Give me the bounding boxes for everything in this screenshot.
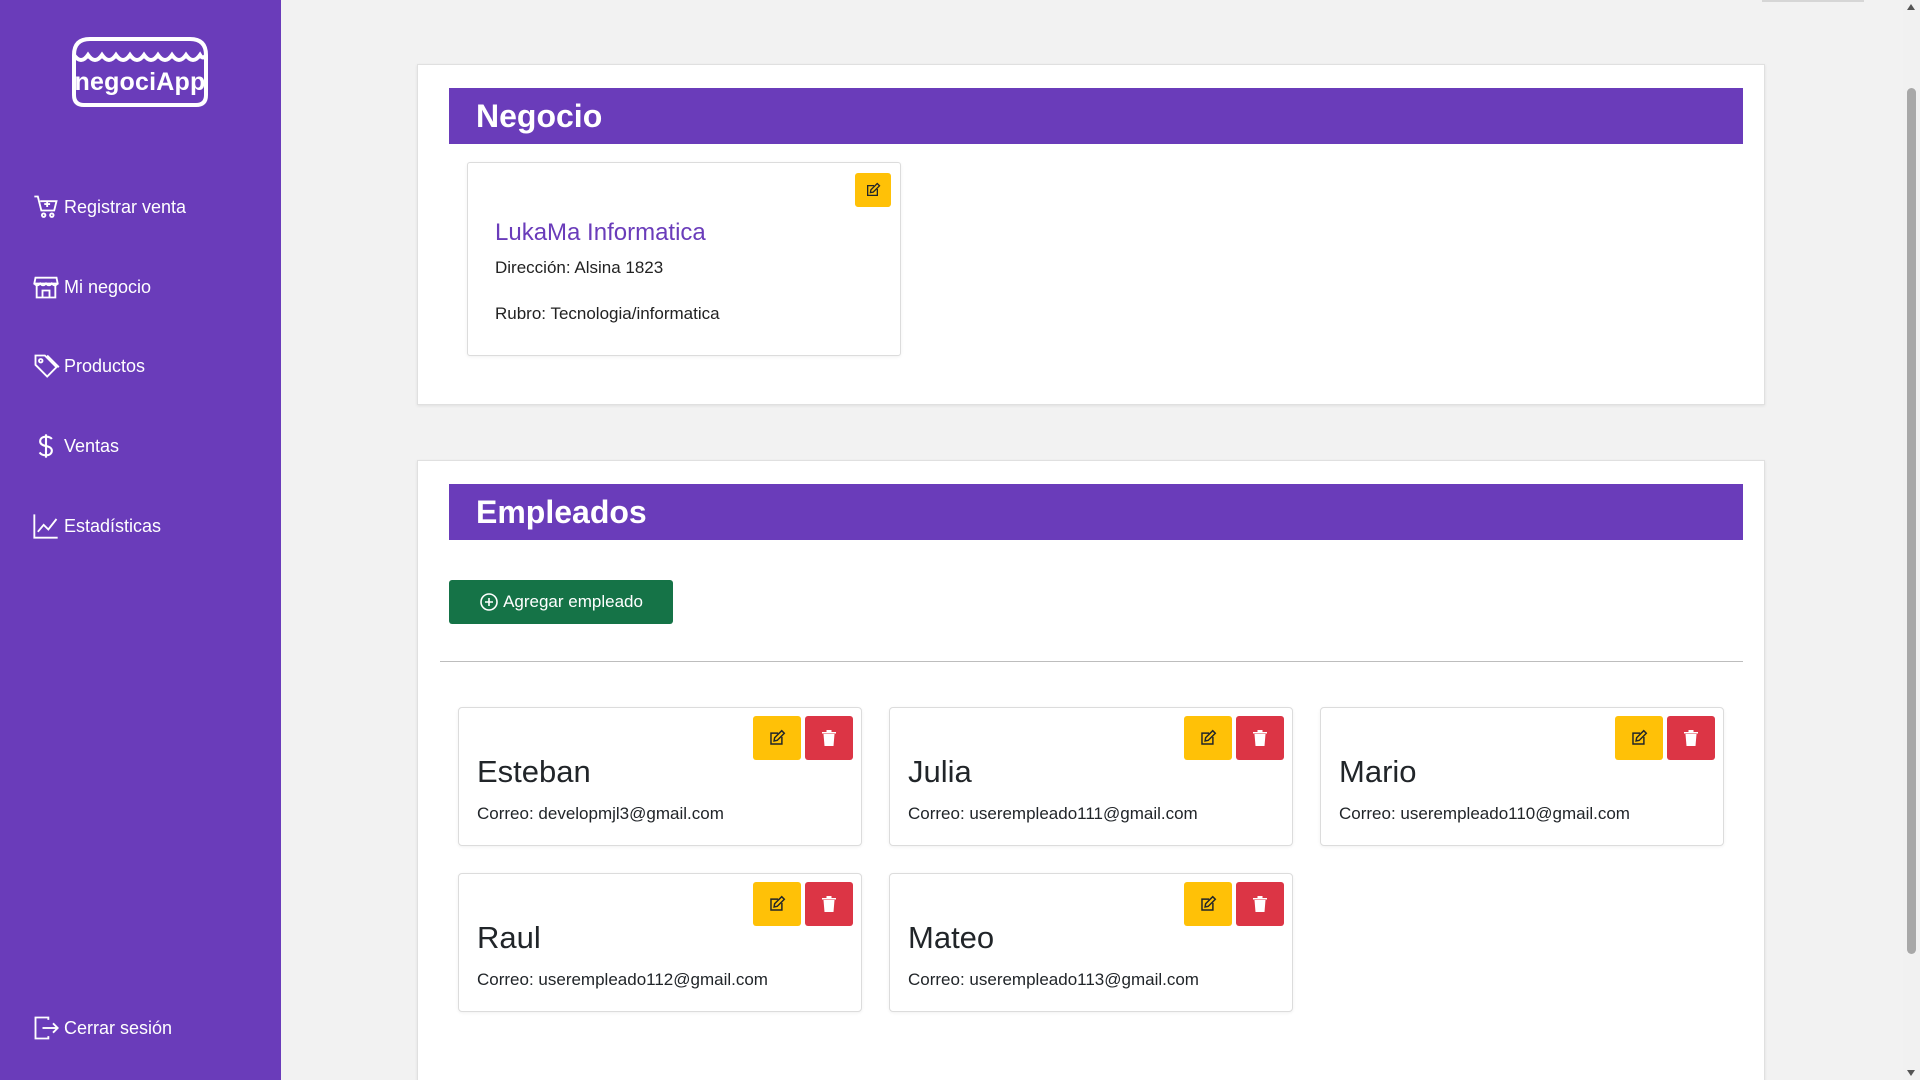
pencil-square-icon — [1632, 729, 1648, 745]
divider — [440, 661, 1743, 662]
cart-plus-icon — [32, 193, 60, 221]
employee-email: Correo: userempleado112@gmail.com — [477, 970, 768, 989]
employee-name: Raul — [477, 920, 541, 955]
delete-employee-button[interactable] — [1236, 882, 1284, 926]
sidebar-item-label: Mi negocio — [64, 276, 152, 297]
business-category: Rubro: Tecnologia/informatica — [495, 304, 720, 323]
sidebar-item-label: Estadísticas — [64, 515, 162, 536]
sidebar-item-label: Ventas — [64, 435, 120, 456]
sidebar-item-mi-negocio[interactable]: Mi negocio — [32, 273, 151, 301]
business-address: Dirección: Alsina 1823 — [495, 258, 664, 277]
business-card: LukaMa Informatica Dirección: Alsina 182… — [467, 162, 901, 356]
edit-employee-button[interactable] — [1184, 882, 1232, 926]
employee-card: Raul Correo: userempleado112@gmail.com — [458, 873, 862, 1012]
pencil-square-icon — [770, 729, 786, 745]
employee-card: Esteban Correo: developmjl3@gmail.com — [458, 707, 862, 846]
edit-employee-button[interactable] — [1615, 716, 1663, 760]
employee-email: Correo: userempleado113@gmail.com — [908, 970, 1199, 989]
trash-icon — [1253, 730, 1267, 746]
empleados-header: Empleados — [449, 484, 1743, 540]
employee-email: Correo: userempleado111@gmail.com — [908, 804, 1198, 823]
delete-employee-button[interactable] — [1667, 716, 1715, 760]
scrollbar[interactable] — [1903, 0, 1920, 1080]
sidebar: negociApp Registrar venta Mi negocio Pro… — [0, 0, 281, 1080]
sidebar-item-ventas[interactable]: Ventas — [32, 432, 119, 460]
delete-employee-button[interactable] — [1236, 716, 1284, 760]
employee-name: Esteban — [477, 754, 591, 789]
employee-email: Correo: userempleado110@gmail.com — [1339, 804, 1630, 823]
app-logo[interactable]: negociApp — [68, 35, 212, 109]
top-strip — [1762, 0, 1864, 2]
tags-icon — [32, 352, 60, 380]
sidebar-item-estadisticas[interactable]: Estadísticas — [32, 512, 161, 540]
empleados-title: Empleados — [476, 493, 647, 530]
add-employee-label: Agregar empleado — [503, 592, 643, 611]
edit-employee-button[interactable] — [1184, 716, 1232, 760]
logout-button[interactable]: Cerrar sesión — [32, 1014, 172, 1042]
scroll-thumb[interactable] — [1907, 88, 1916, 954]
employee-name: Julia — [908, 754, 972, 789]
pencil-square-icon — [770, 895, 786, 911]
employee-card: Mateo Correo: userempleado113@gmail.com — [889, 873, 1293, 1012]
delete-employee-button[interactable] — [805, 882, 853, 926]
scroll-up-arrow-icon[interactable] — [1907, 4, 1915, 10]
dollar-icon — [32, 432, 60, 460]
edit-employee-button[interactable] — [753, 882, 801, 926]
logout-label: Cerrar sesión — [64, 1017, 173, 1038]
add-employee-button[interactable]: Agregar empleado — [449, 580, 673, 624]
trash-icon — [1684, 730, 1698, 746]
employee-name: Mario — [1339, 754, 1417, 789]
sidebar-item-label: Registrar venta — [64, 196, 187, 217]
plus-circle-icon — [480, 593, 498, 611]
trash-icon — [822, 896, 836, 912]
pencil-square-icon — [867, 182, 881, 196]
employee-card: Julia Correo: userempleado111@gmail.com — [889, 707, 1293, 846]
negocio-header: Negocio — [449, 88, 1743, 144]
logo-text: negociApp — [74, 68, 206, 96]
shop-icon — [32, 273, 60, 301]
scroll-down-arrow-icon[interactable] — [1907, 1070, 1915, 1076]
employee-email: Correo: developmjl3@gmail.com — [477, 804, 724, 823]
employee-name: Mateo — [908, 920, 995, 955]
pencil-square-icon — [1201, 895, 1217, 911]
graph-up-icon — [32, 512, 60, 540]
edit-employee-button[interactable] — [753, 716, 801, 760]
trash-icon — [822, 730, 836, 746]
delete-employee-button[interactable] — [805, 716, 853, 760]
sidebar-item-productos[interactable]: Productos — [32, 352, 145, 380]
business-name: LukaMa Informatica — [495, 219, 706, 246]
trash-icon — [1253, 896, 1267, 912]
pencil-square-icon — [1201, 729, 1217, 745]
edit-business-button[interactable] — [855, 173, 891, 207]
box-arrow-right-icon — [32, 1014, 60, 1042]
negocio-title: Negocio — [476, 97, 603, 134]
sidebar-item-registrar-venta[interactable]: Registrar venta — [32, 193, 186, 221]
sidebar-item-label: Productos — [64, 355, 146, 376]
employee-card: Mario Correo: userempleado110@gmail.com — [1320, 707, 1724, 846]
